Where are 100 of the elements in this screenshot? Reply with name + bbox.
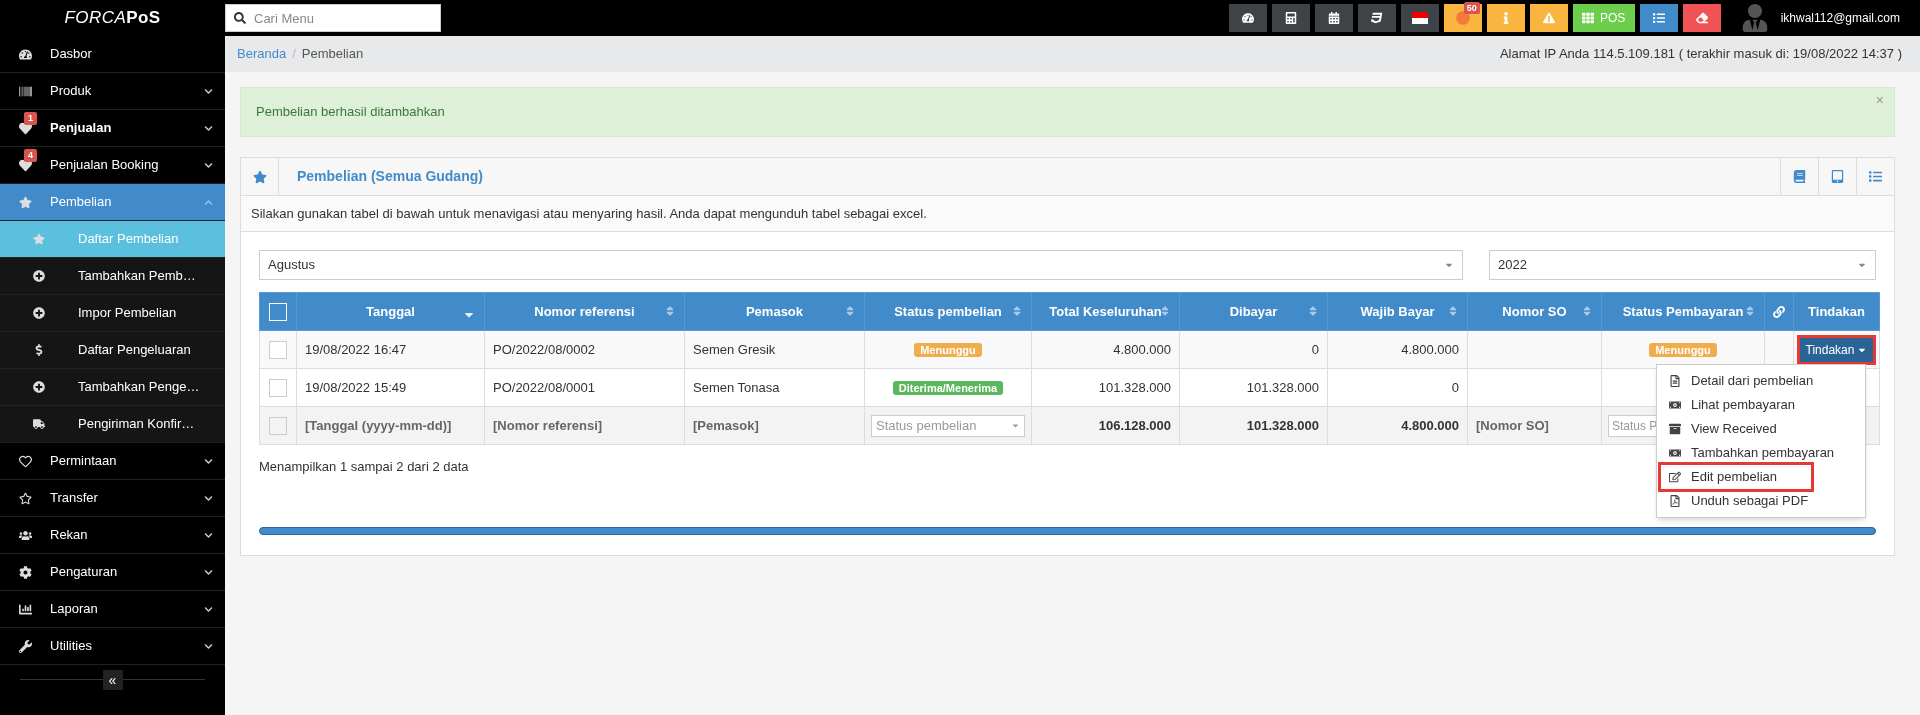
row-checkbox[interactable] bbox=[269, 379, 287, 398]
edit-icon bbox=[1669, 471, 1681, 483]
toolbar-button[interactable] bbox=[1486, 4, 1525, 32]
wrench-icon bbox=[18, 639, 32, 653]
column-header[interactable]: Nomor SO bbox=[1502, 303, 1567, 319]
settings-icon bbox=[18, 565, 32, 579]
table-cell: 19/08/2022 16:47 bbox=[305, 341, 407, 357]
column-header[interactable]: Dibayar bbox=[1229, 303, 1278, 319]
notification-badge: 50 bbox=[1463, 2, 1480, 14]
users-icon bbox=[18, 528, 32, 542]
document-icon bbox=[1669, 375, 1681, 387]
search-icon bbox=[234, 12, 246, 24]
sidebar-label: Dasbor bbox=[50, 45, 92, 64]
toolbar-button[interactable] bbox=[1357, 4, 1396, 32]
filter-select[interactable]: Agustus bbox=[259, 250, 1463, 280]
table-cell: Semen Gresik bbox=[693, 341, 776, 357]
sidebar-label: Utilities bbox=[50, 637, 92, 656]
toolbar-button[interactable] bbox=[1271, 4, 1310, 32]
bar-chart-icon bbox=[18, 602, 32, 616]
row-checkbox[interactable] bbox=[269, 341, 287, 360]
collapse-button[interactable]: « bbox=[102, 670, 123, 690]
flag-icon bbox=[1411, 12, 1428, 24]
filter-label: [Pemasok] bbox=[693, 417, 759, 433]
filter-select[interactable]: 2022 bbox=[1489, 250, 1876, 280]
menu-item[interactable]: Detail dari pembelian bbox=[1661, 369, 1861, 393]
brand-logo: FORCAPoS bbox=[64, 7, 161, 30]
total-cell: 4.800.000 bbox=[1401, 417, 1459, 433]
dollar-icon bbox=[33, 344, 45, 356]
total-cell: 106.128.000 bbox=[1098, 417, 1171, 433]
table-cell: PO/2022/08/0002 bbox=[493, 341, 595, 357]
star-icon bbox=[33, 233, 45, 245]
sidebar-label: Laporan bbox=[50, 600, 98, 619]
sidebar-item[interactable]: 4 Penjualan Booking bbox=[0, 147, 225, 184]
calculator-icon bbox=[1284, 12, 1297, 24]
alert-message: Pembelian berhasil ditambahkan bbox=[256, 103, 445, 122]
dashboard-icon bbox=[18, 47, 32, 61]
pdf-icon bbox=[1669, 495, 1681, 507]
shield-icon bbox=[1370, 12, 1383, 24]
submenu-item[interactable]: Tambahkan Pemb… bbox=[0, 258, 225, 295]
sidebar-item[interactable]: 1 Penjualan bbox=[0, 110, 225, 147]
toolbar-button[interactable] bbox=[1682, 4, 1721, 32]
menu-item[interactable]: Tambahkan pembayaran bbox=[1661, 441, 1861, 465]
eraser-icon bbox=[1695, 12, 1708, 24]
toolbar-button[interactable] bbox=[1529, 4, 1568, 32]
money-icon bbox=[1669, 399, 1681, 411]
caret-icon bbox=[1011, 421, 1020, 430]
list-icon bbox=[1869, 170, 1882, 183]
user-avatar-icon bbox=[1740, 4, 1769, 32]
calendar-icon bbox=[1327, 12, 1340, 24]
filter-label: [Tanggal (yyyy-mm-dd)] bbox=[305, 417, 452, 433]
submenu-item[interactable]: Pengiriman Konfir… bbox=[0, 406, 225, 443]
panel-title: Pembelian (Semua Gudang) bbox=[297, 167, 483, 186]
tablet-icon bbox=[1831, 170, 1844, 183]
filter-label: [Nomor SO] bbox=[1476, 417, 1549, 433]
sidebar-item[interactable]: Pembelian bbox=[0, 184, 225, 221]
barcode-icon bbox=[18, 84, 32, 98]
table-cell: 101.328.000 bbox=[1246, 379, 1319, 395]
sidebar-label: Pembelian bbox=[50, 193, 112, 212]
sidebar-label: Permintaan bbox=[50, 452, 117, 471]
breadcrumb-separator: / bbox=[292, 45, 296, 64]
total-cell: 101.328.000 bbox=[1246, 417, 1319, 433]
money-icon bbox=[1669, 447, 1681, 459]
star-icon bbox=[18, 491, 32, 505]
actions-dropdown-button[interactable]: Tindakan bbox=[1799, 337, 1874, 362]
book-icon bbox=[1793, 170, 1806, 183]
menu-item[interactable]: Unduh sebagai PDF bbox=[1661, 489, 1861, 513]
table-cell: 0 bbox=[1451, 379, 1459, 395]
toolbar-button[interactable] bbox=[1400, 4, 1439, 32]
toolbar-button[interactable] bbox=[1228, 4, 1267, 32]
sidebar-label: Transfer bbox=[50, 489, 98, 508]
user-email[interactable]: ikhwal112@gmail.com bbox=[1780, 9, 1900, 27]
toolbar-button[interactable] bbox=[1314, 4, 1353, 32]
star-icon bbox=[18, 195, 32, 209]
breadcrumb-current: Pembelian bbox=[301, 45, 364, 64]
column-header[interactable]: Tanggal bbox=[366, 303, 415, 319]
status-badge: Diterima/Menerima bbox=[892, 380, 1004, 395]
menu-item[interactable]: View Received bbox=[1661, 417, 1861, 441]
submenu-item[interactable]: Daftar Pengeluaran bbox=[0, 332, 225, 369]
heart-icon bbox=[18, 454, 32, 468]
column-header[interactable]: Pemasok bbox=[745, 303, 804, 319]
submenu-item[interactable]: Impor Pembelian bbox=[0, 295, 225, 332]
submenu-item[interactable]: Tambahkan Penge… bbox=[0, 369, 225, 406]
table-cell: 0 bbox=[1311, 341, 1319, 357]
archive-icon bbox=[1669, 423, 1681, 435]
toolbar-button[interactable]: 50 bbox=[1443, 4, 1482, 32]
truck-icon bbox=[33, 418, 45, 430]
menu-item[interactable]: Edit pembelian bbox=[1661, 465, 1811, 489]
status-badge: Menunggu bbox=[914, 342, 982, 357]
menu-item[interactable]: Lihat pembayaran bbox=[1661, 393, 1861, 417]
table-cell: 101.328.000 bbox=[1098, 379, 1171, 395]
search-field[interactable]: Cari Menu bbox=[225, 4, 441, 32]
row-checkbox[interactable] bbox=[269, 417, 287, 436]
select-all-checkbox[interactable] bbox=[269, 303, 287, 322]
panel-description: Silakan gunakan tabel di bawah untuk menavigasi atau menyaring hasil. Anda dapat mengunduh tabel sebagai excel. bbox=[251, 204, 927, 223]
sidebar-label: Pengaturan bbox=[50, 563, 118, 582]
table-cell: 4.800.000 bbox=[1401, 341, 1459, 357]
filter-label: [Nomor referensi] bbox=[493, 417, 603, 433]
status-badge: Menunggu bbox=[1649, 342, 1717, 357]
toolbar-button[interactable] bbox=[1639, 4, 1678, 32]
star-icon bbox=[252, 169, 267, 184]
